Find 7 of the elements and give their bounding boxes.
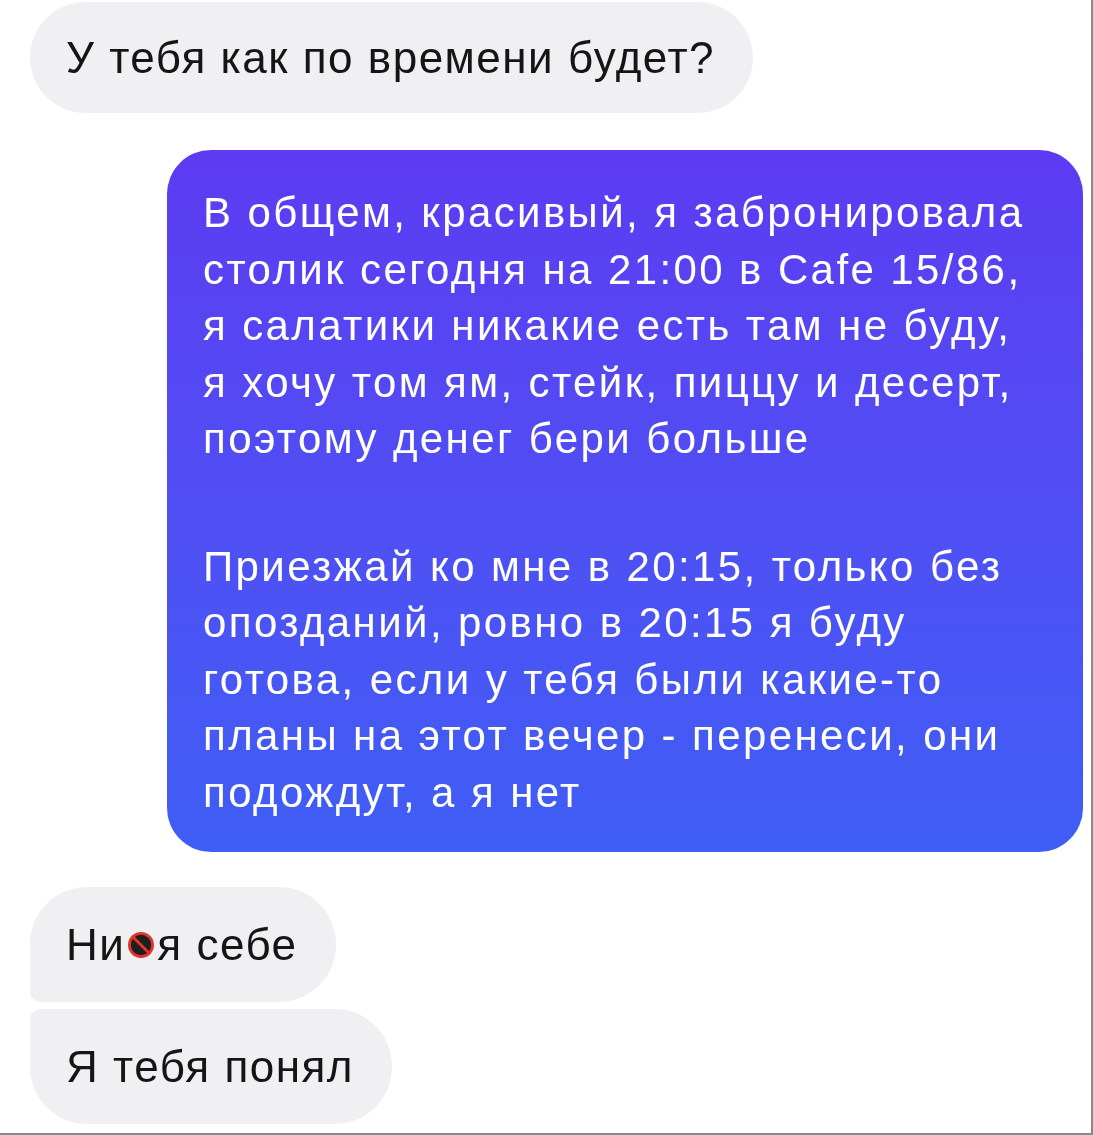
message-text: Я тебя понял — [66, 1040, 354, 1093]
message-text: я себе — [157, 918, 298, 971]
message-text: У тебя как по времени будет? — [66, 31, 715, 84]
message-text: Приезжай ко мне в 20:15, только без опозданий, ровно в 20:15 я буду готова, если у тебя были какие-то планы на этот вечер - перенеси, они подождут, а я нет — [203, 541, 1004, 818]
message-text: В общем, красивый, я забронировала столик сегодня на 21:00 в Cafe 15/86, я салатики никакие есть там не буду, я хочу том ям, стейк, пиццу и десерт, поэтому денег бери больше — [203, 188, 1026, 464]
message-text: Ни — [66, 918, 126, 971]
prohibition-icon — [128, 931, 155, 958]
